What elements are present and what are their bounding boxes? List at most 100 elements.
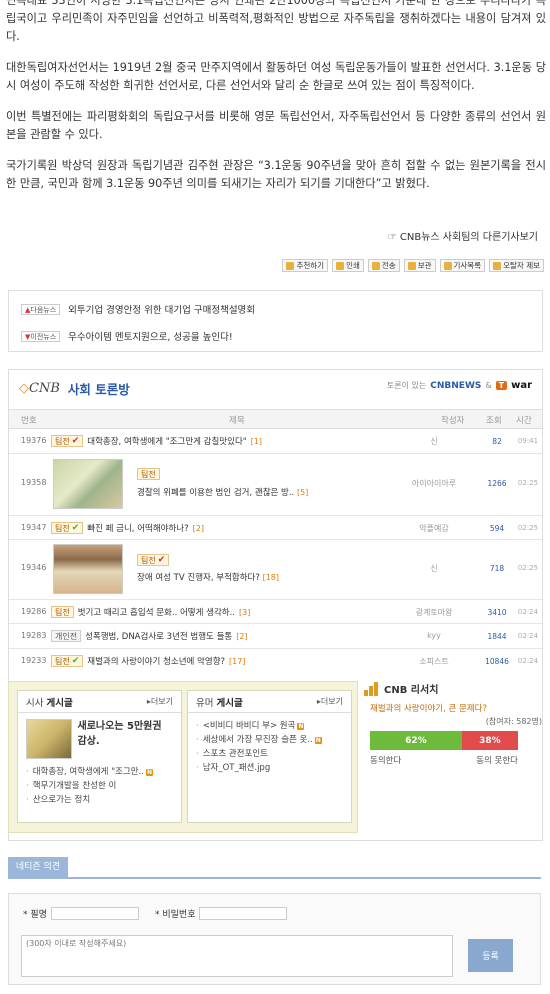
humor-board-header: 유머 게시글 ▸더보기 <box>188 691 351 713</box>
list-item[interactable]: <비비디 바비디 부> 원곡N <box>196 719 343 733</box>
row-title[interactable]: 장애 여성 TV 진행자, 부적합하다? <box>137 573 260 583</box>
row-title[interactable]: 벗기고 때리고 흡입석 문화.. 어떻게 생각하.. <box>78 606 235 618</box>
netizen-opinion: 네티즌 의견 * 필명 * 비밀번호 (300자 이내로 작성해주세요) 등록 <box>8 857 543 987</box>
feature-thumbnail[interactable] <box>26 719 72 759</box>
comment-count: [2] <box>236 631 248 641</box>
table-row[interactable]: 19286 팀전 벗기고 때리고 흡입석 문화.. 어떻게 생각하.. [3] … <box>9 600 542 624</box>
print-button[interactable]: 인쇄 <box>332 259 364 272</box>
next-news-title[interactable]: 외투기업 경영안정 위한 대기업 구매정책설명회 <box>68 302 255 316</box>
submit-button[interactable]: 등록 <box>468 939 513 972</box>
news-navigation: ▲다음뉴스 외투기업 경영안정 위한 대기업 구매정책설명회 ▼이전뉴스 우수아… <box>8 290 543 352</box>
name-input[interactable] <box>50 907 139 920</box>
disagree-label[interactable]: 동의 못한다 <box>476 754 518 766</box>
table-row[interactable]: 19347 팀전 ✔ 빠진 페 금니, 어떡해야하나? [2] 악플예감 594 … <box>9 516 542 540</box>
list-item[interactable]: 핵무기개발을 찬성한 이 <box>26 779 173 793</box>
category-badge: 개인전 <box>51 630 82 642</box>
row-title[interactable]: 빠진 페 금니, 어떡해야하나? <box>87 522 188 534</box>
list-item[interactable]: 스포츠 관전포인트 <box>196 747 343 761</box>
typo-report-button[interactable]: 오탈자 제보 <box>489 259 544 272</box>
category-badge: 팀전 ✔ <box>51 655 84 667</box>
comment-count: [2] <box>192 523 204 533</box>
agree-bar: 62% <box>370 731 462 750</box>
humor-more-link[interactable]: ▸더보기 <box>317 696 343 707</box>
tab-divider <box>8 877 541 879</box>
list-item[interactable]: 산으로가는 정치 <box>26 793 173 807</box>
boards-panel: 시사 게시글 ▸더보기 새로나오는 5만원권 감상. 대학총장, 여학생에게 "… <box>8 681 358 833</box>
sisa-more-link[interactable]: ▸더보기 <box>147 696 173 707</box>
new-badge-icon: N <box>145 768 153 776</box>
recommend-button[interactable]: 추천하기 <box>282 259 329 272</box>
name-field-group: * 필명 <box>23 907 139 920</box>
category-badge: 팀전 <box>51 606 74 618</box>
list-item[interactable]: 세상에서 가장 무진장 슬픈 옷..N <box>196 733 343 747</box>
debate-name: 사회 토론방 <box>67 382 130 397</box>
table-row[interactable]: 19358 팀전 경찰의 위폐를 이용한 범인 검거, 괜찮은 방.. [5] … <box>9 454 542 516</box>
next-news-tag: ▲다음뉴스 <box>21 303 61 315</box>
research-title: CNB 리서치 <box>364 681 542 696</box>
netizen-tab[interactable]: 네티즌 의견 <box>8 857 68 877</box>
row-title[interactable]: 경찰의 위폐를 이용한 범인 검거, 괜찮은 방.. <box>137 488 294 498</box>
check-icon: ✔ <box>157 554 166 565</box>
feature-title[interactable]: 새로나오는 5만원권 감상. <box>78 719 173 759</box>
check-icon: ✔ <box>71 435 80 446</box>
money-thumbnail[interactable] <box>53 459 123 509</box>
list-icon <box>443 261 452 270</box>
agree-label[interactable]: 동의한다 <box>370 754 401 766</box>
category-badge: 팀전 ✔ <box>51 435 84 447</box>
debate-title: ◇CNB 사회 토론방 <box>19 379 130 398</box>
table-row[interactable]: 19233 팀전 ✔ 재벌과의 사랑이야기 청소년에 악영향? [17] 소피스트… <box>9 649 542 673</box>
sisa-feature[interactable]: 새로나오는 5만원권 감상. <box>18 713 181 761</box>
war-logo[interactable]: war <box>511 380 532 391</box>
table-row[interactable]: 19376 팀전 ✔ 대학총장, 여학생에게 "조그만게 감칠맛있다" [1] 신… <box>9 429 542 454</box>
row-title[interactable]: 대학총장, 여학생에게 "조그만게 감칠맛있다" <box>87 435 246 447</box>
comment-textarea[interactable]: (300자 이내로 작성해주세요) <box>21 935 453 977</box>
row-title[interactable]: 재벌과의 사랑이야기 청소년에 악영향? <box>87 655 225 667</box>
prev-news-row[interactable]: ▼이전뉴스 우수아이템 멘토지원으로, 성공을 높인다! <box>21 329 233 343</box>
new-badge-icon: N <box>297 722 305 730</box>
bird-icon: ◇ <box>19 381 29 396</box>
category-badge: 팀전 ✔ <box>51 522 84 534</box>
comment-count: [1] <box>250 436 263 446</box>
sisa-board: 시사 게시글 ▸더보기 새로나오는 5만원권 감상. 대학총장, 여학생에게 "… <box>17 690 182 823</box>
article-paragraph: 민족대표 33인이 서명한 3.1독립선언서는 당시 인쇄된 2만1000장의 … <box>6 0 546 43</box>
list-item[interactable]: 남자_OT_패션.jpg <box>196 761 343 775</box>
print-icon <box>336 261 345 270</box>
table-header: 번호 제목 작성자 조회 시간 <box>9 409 542 429</box>
article-list-button[interactable]: 기사목록 <box>439 259 486 272</box>
humor-board: 유머 게시글 ▸더보기 <비비디 바비디 부> 원곡N 세상에서 가장 무진장 … <box>187 690 352 823</box>
table-row[interactable]: 19346 팀전 ✔ 장애 여성 TV 진행자, 부적합하다? [18] 신 71… <box>9 540 542 600</box>
debate-partners: 토론이 있는 CNBNEWS & T war <box>386 380 532 391</box>
send-button[interactable]: 전송 <box>367 259 400 272</box>
research-poll-bar: 62% 38% <box>370 731 518 750</box>
t-logo-icon: T <box>495 381 508 390</box>
more-articles-link[interactable]: ☞ CNB뉴스 사회팀의 다른기사보기 <box>388 228 538 243</box>
sisa-board-header: 시사 게시글 ▸더보기 <box>18 691 181 713</box>
article-paragraph: 국가기록원 박상덕 원장과 독립기념관 김주현 관장은 “3.1운동 90주년을… <box>6 159 546 190</box>
prev-news-tag: ▼이전뉴스 <box>21 330 61 342</box>
comment-count: [5] <box>296 488 309 497</box>
prev-news-title[interactable]: 우수아이템 멘토지원으로, 성공을 높인다! <box>68 329 232 343</box>
save-icon <box>407 261 416 270</box>
article-toolbar: 추천하기 인쇄 전송 보관 기사목록 오탈자 제보 <box>282 259 544 272</box>
research-question[interactable]: 재벌과의 사랑이야기, 큰 문제다? <box>364 702 542 714</box>
new-badge-icon: N <box>314 736 322 744</box>
comment-form: * 필명 * 비밀번호 (300자 이내로 작성해주세요) 등록 <box>8 893 541 985</box>
disagree-bar: 38% <box>461 731 518 750</box>
category-badge: 팀전 <box>137 468 160 480</box>
list-item[interactable]: 대학총장, 여학생에게 "조그만..N <box>26 765 173 779</box>
password-input[interactable] <box>199 907 288 920</box>
cnbnews-logo[interactable]: CNBNEWS <box>430 381 481 391</box>
save-button[interactable]: 보관 <box>403 259 436 272</box>
person-thumbnail[interactable] <box>53 544 123 594</box>
next-news-row[interactable]: ▲다음뉴스 외투기업 경영안정 위한 대기업 구매정책설명회 <box>21 302 255 316</box>
comment-count: [18] <box>262 573 279 582</box>
cnb-logo: ◇CNB <box>19 381 60 396</box>
check-icon: ✔ <box>71 655 80 666</box>
row-title[interactable]: 성폭행범, DNA검사로 3년전 범행도 들통 <box>85 630 232 642</box>
check-icon: ✔ <box>71 522 80 533</box>
comment-count: [17] <box>229 656 246 666</box>
bar-chart-icon <box>364 681 378 696</box>
article-paragraph: 대한독립여자선언서는 1919년 2월 중국 만주지역에서 활동하던 여성 독립… <box>6 61 546 92</box>
table-row[interactable]: 19283 개인전 성폭행범, DNA검사로 3년전 범행도 들통 [2] ky… <box>9 624 542 649</box>
cnb-research: CNB 리서치 재벌과의 사랑이야기, 큰 문제다? (참여자: 582명) 6… <box>364 681 542 766</box>
